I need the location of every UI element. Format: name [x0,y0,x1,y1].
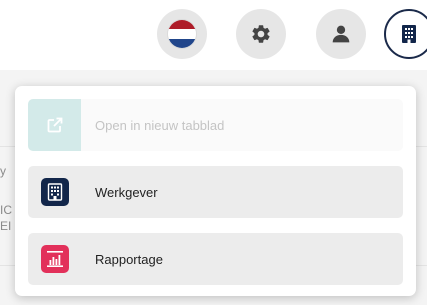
icon-container [28,233,81,285]
building-icon [40,178,69,206]
icon-container [28,166,81,218]
gear-icon [252,25,270,43]
menu-item-label: Rapportage [95,251,163,267]
settings-button[interactable] [236,9,286,59]
report-chart-icon [40,245,69,273]
user-icon [332,25,350,43]
dropdown-menu: Open in nieuw tabblad Werkgever Rapporta… [15,86,416,296]
user-button[interactable] [316,9,366,59]
background-text: EI [0,219,12,233]
background-text: y [0,164,6,178]
header-bar [0,0,427,70]
netherlands-flag-icon [168,20,196,48]
icon-container [28,99,81,151]
open-in-new-tab-item[interactable]: Open in nieuw tabblad [28,99,403,151]
external-link-icon [47,117,62,133]
language-flag-button[interactable] [157,9,207,59]
rapportage-item[interactable]: Rapportage [28,233,403,285]
menu-item-label: Werkgever [95,184,158,200]
company-button[interactable] [384,9,427,59]
menu-item-label: Open in nieuw tabblad [95,117,225,133]
werkgever-item[interactable]: Werkgever [28,166,403,218]
building-icon [402,25,416,43]
background-text: IC [0,203,12,217]
